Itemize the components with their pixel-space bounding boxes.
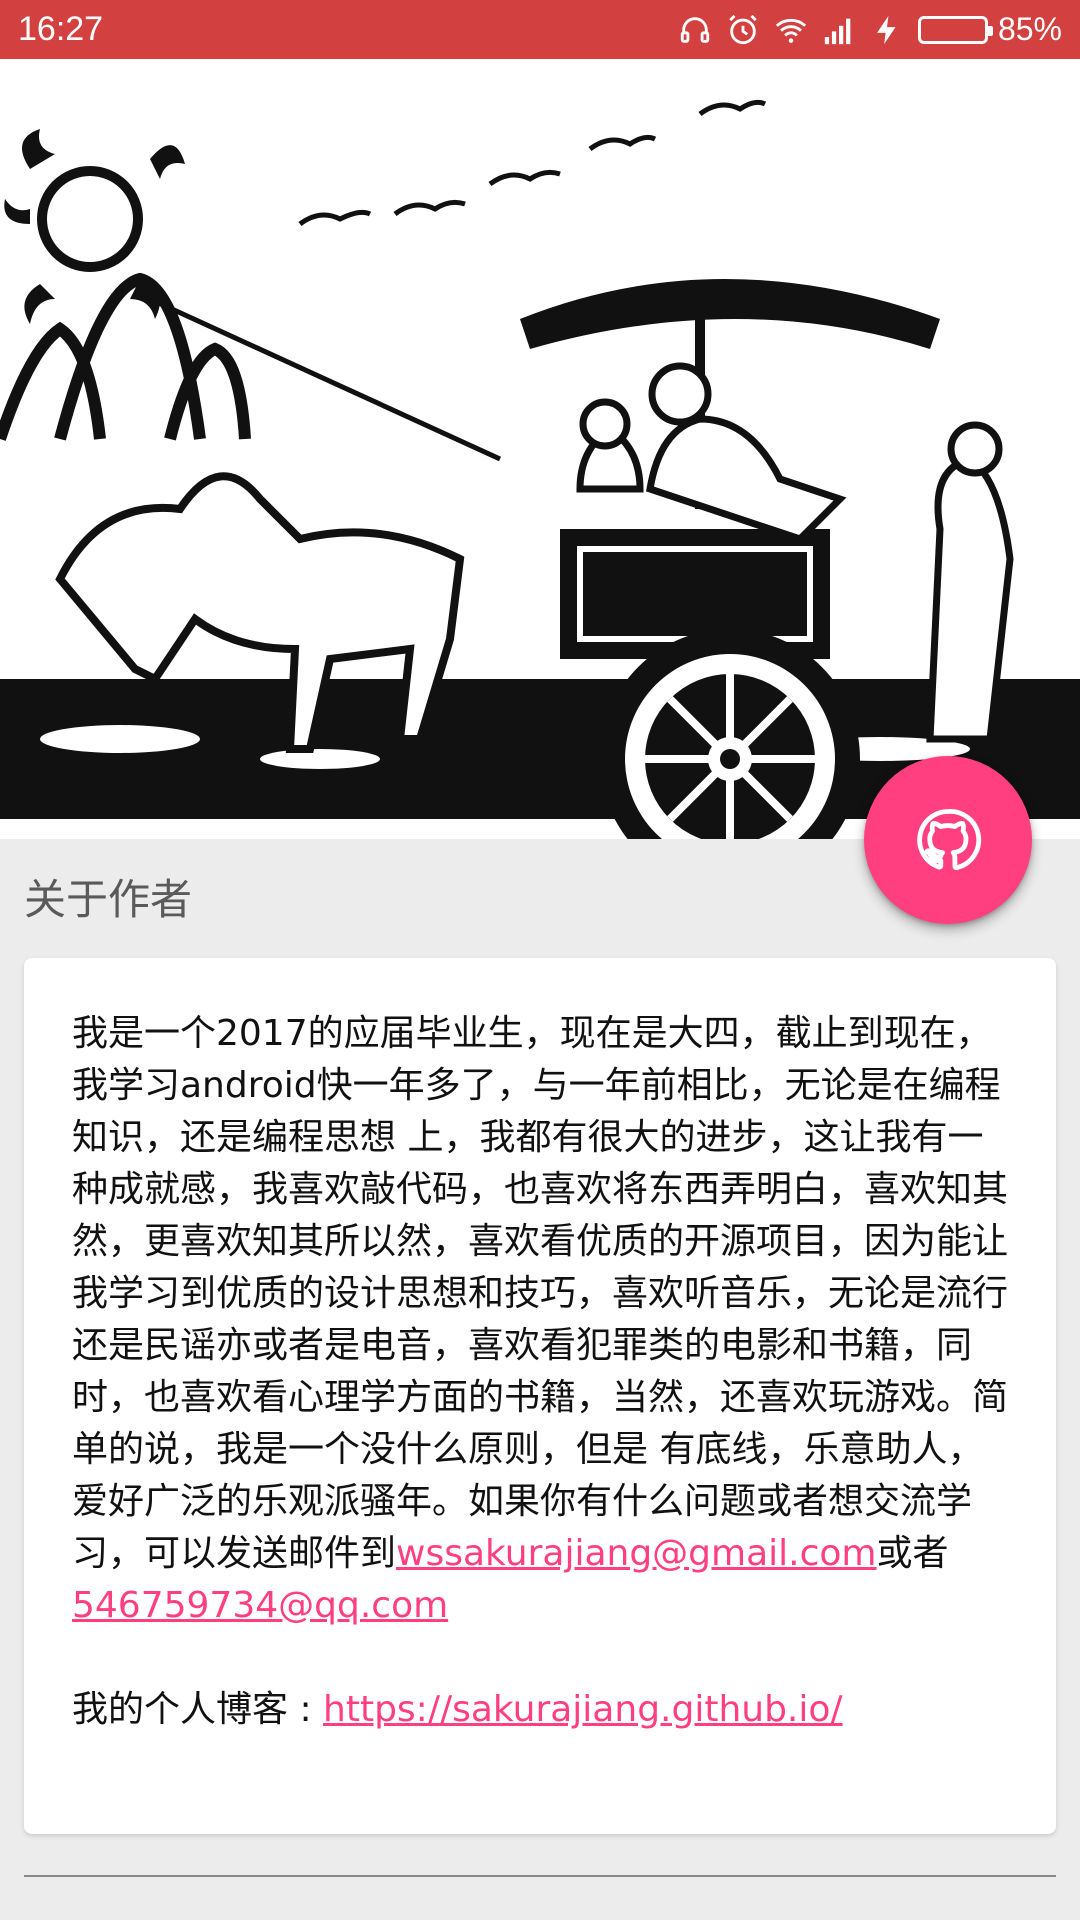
gmail-link[interactable]: wssakurajiang@gmail.com [396, 1533, 876, 1574]
chariot-illustration [0, 59, 1080, 839]
blog-line: 我的个人博客 : https://sakurajiang.github.io/ [72, 1684, 1008, 1736]
wifi-icon [774, 13, 808, 47]
battery-icon: 85% [917, 11, 1062, 48]
headset-icon [678, 13, 712, 47]
status-time: 16:27 [18, 10, 104, 48]
github-fab-button[interactable] [864, 756, 1032, 924]
header-image [0, 59, 1080, 839]
or-text: 或者 [876, 1533, 949, 1574]
about-card: 我是一个2017的应届毕业生，现在是大四，截止到现在，我学习android快一年… [24, 958, 1056, 1834]
blog-label: 我的个人博客 : [72, 1689, 324, 1730]
alarm-icon [726, 13, 760, 47]
about-intro: 我是一个2017的应届毕业生，现在是大四，截止到现在，我学习android快一年… [72, 1013, 1009, 1574]
status-icons: 85% [678, 11, 1062, 48]
status-bar: 16:27 85% [0, 0, 1080, 59]
signal-icon [822, 13, 856, 47]
blog-link[interactable]: https://sakurajiang.github.io/ [323, 1689, 843, 1730]
section-title-about-author: 关于作者 [24, 875, 193, 924]
charging-icon [870, 13, 904, 47]
qq-email-link[interactable]: 546759734@qq.com [72, 1585, 448, 1626]
divider [24, 1875, 1056, 1877]
about-text: 我是一个2017的应届毕业生，现在是大四，截止到现在，我学习android快一年… [72, 1008, 1008, 1632]
github-icon [917, 809, 982, 871]
battery-percent: 85% [997, 11, 1062, 47]
